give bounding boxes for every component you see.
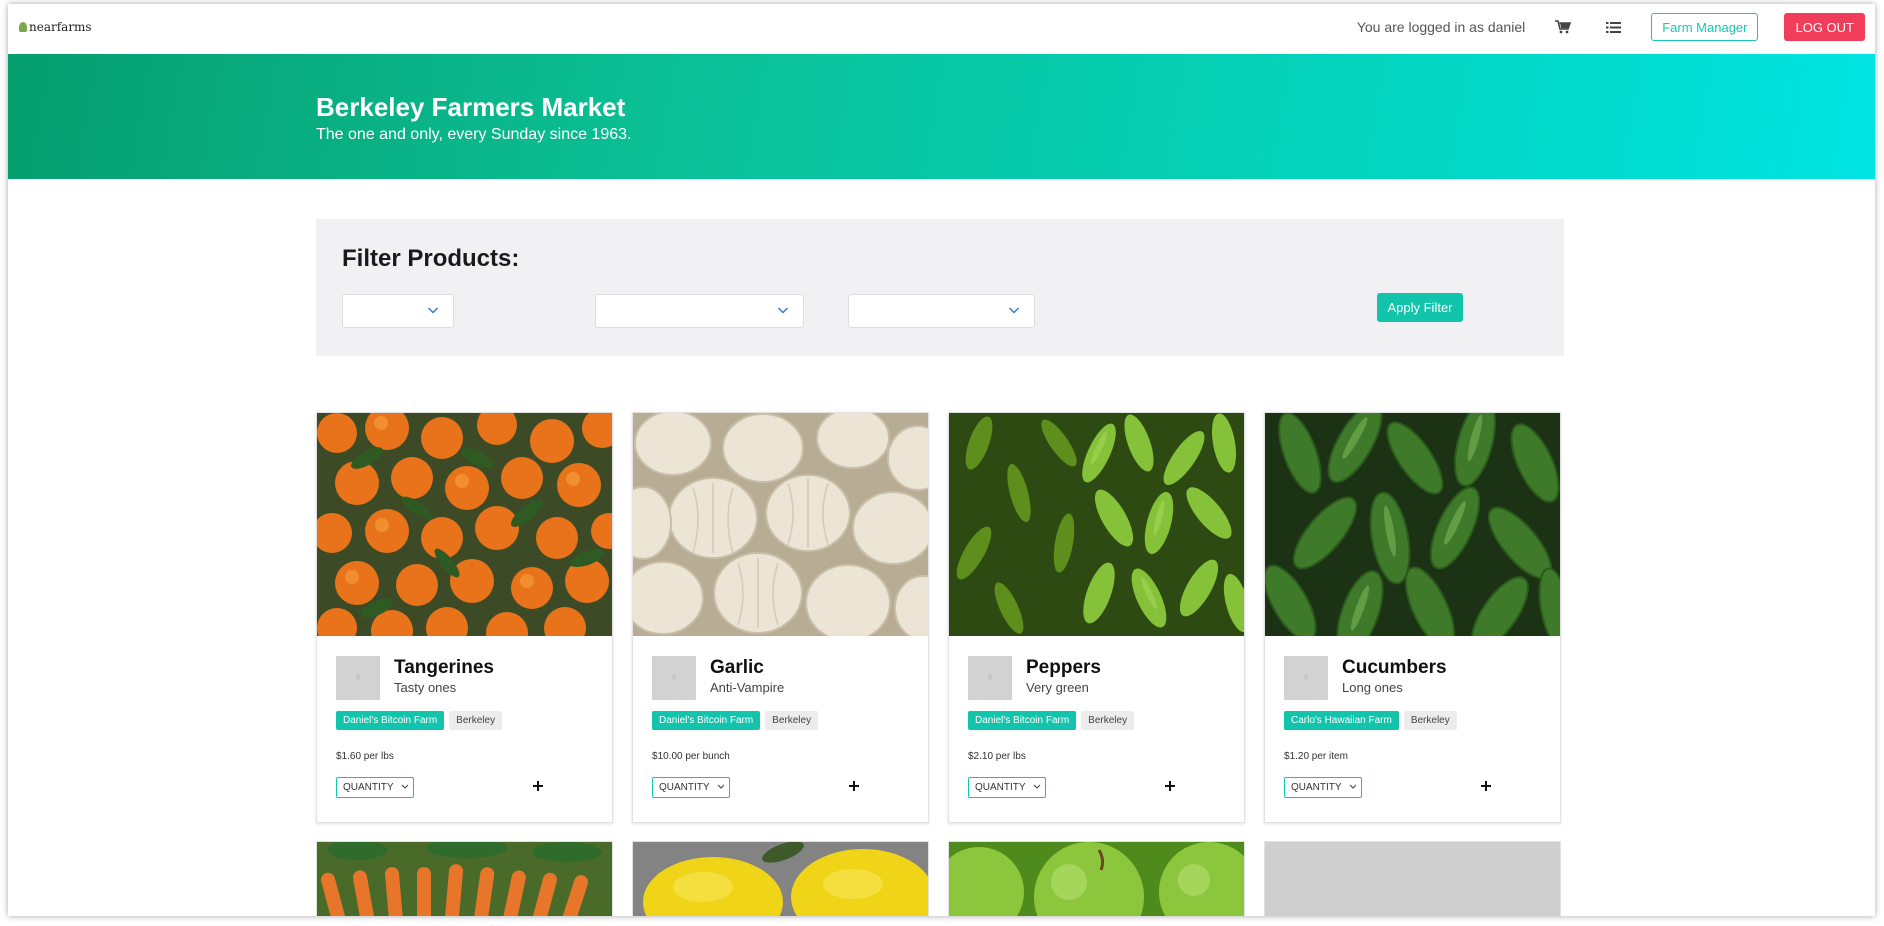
product-card[interactable]: ▒ Peppers Very green Daniel's Bitcoin Fa… (948, 412, 1245, 823)
filter-select-3[interactable] (848, 294, 1035, 328)
chevron-down-icon (1349, 782, 1357, 793)
location-tag[interactable]: Berkeley (765, 711, 819, 730)
product-card[interactable]: ▒ Garlic Anti-Vampire Daniel's Bitcoin F… (632, 412, 929, 823)
product-card-apples[interactable] (948, 841, 1245, 916)
quantity-select[interactable]: QUANTITY (336, 777, 414, 798)
filter-title: Filter Products: (342, 245, 520, 272)
hero-banner: Berkeley Farmers Market The one and only… (8, 54, 1875, 179)
product-description: Very green (1026, 680, 1089, 695)
farm-manager-button[interactable]: Farm Manager (1651, 13, 1759, 41)
location-tag[interactable]: Berkeley (1081, 711, 1135, 730)
cucumbers-image (1265, 413, 1560, 636)
product-description: Long ones (1342, 680, 1403, 695)
filter-select-2[interactable] (595, 294, 804, 328)
apply-filter-button[interactable]: Apply Filter (1377, 293, 1463, 322)
market-title: Berkeley Farmers Market (316, 92, 626, 122)
logout-button[interactable]: LOG OUT (1784, 13, 1865, 41)
quantity-select[interactable]: QUANTITY (968, 777, 1046, 798)
product-card-carrots[interactable] (316, 841, 613, 916)
quantity-label: QUANTITY (659, 782, 710, 793)
carrots-image (317, 842, 612, 916)
chevron-down-icon (401, 782, 409, 793)
lemons-image (633, 842, 928, 916)
location-tag[interactable]: Berkeley (1403, 711, 1457, 730)
location-tag[interactable]: Berkeley (449, 711, 503, 730)
chevron-down-icon (777, 303, 789, 321)
quantity-label: QUANTITY (975, 782, 1026, 793)
logo-leaf-icon (19, 22, 27, 32)
product-card-placeholder[interactable] (1264, 841, 1561, 916)
chevron-down-icon (1033, 782, 1041, 793)
garlic-image (633, 413, 928, 636)
chevron-down-icon (717, 782, 725, 793)
product-price: $1.20 per item (1284, 751, 1348, 762)
chevron-down-icon (1008, 303, 1020, 321)
product-name: Tangerines (394, 657, 494, 678)
chevron-down-icon (427, 303, 439, 321)
quantity-label: QUANTITY (343, 782, 394, 793)
add-to-cart-icon[interactable] (846, 778, 862, 794)
product-price: $1.60 per lbs (336, 751, 394, 762)
product-card-lemons[interactable] (632, 841, 929, 916)
logo-text: nearfarms (29, 20, 92, 34)
cart-icon[interactable] (1551, 15, 1575, 39)
login-status: You are logged in as daniel (1356, 19, 1526, 35)
farm-tag[interactable]: Daniel's Bitcoin Farm (336, 711, 445, 730)
quantity-label: QUANTITY (1291, 782, 1342, 793)
product-price: $10.00 per bunch (652, 751, 730, 762)
list-icon[interactable] (1601, 15, 1625, 39)
product-name: Garlic (710, 657, 764, 678)
product-card[interactable]: ▒ Cucumbers Long ones Carlo's Hawaiian F… (1264, 412, 1561, 823)
farm-tag[interactable]: Daniel's Bitcoin Farm (652, 711, 761, 730)
product-description: Anti-Vampire (710, 680, 785, 695)
navbar-right: You are logged in as daniel Farm Manager… (1357, 8, 1875, 46)
farm-tag[interactable]: Daniel's Bitcoin Farm (968, 711, 1077, 730)
filter-panel: Filter Products: Apply Filter (316, 219, 1564, 356)
product-description: Tasty ones (394, 680, 457, 695)
filter-select-1[interactable] (342, 294, 454, 328)
product-tags: Daniel's Bitcoin Farm Berkeley (968, 711, 1135, 730)
product-name: Cucumbers (1342, 657, 1447, 678)
product-tags: Daniel's Bitcoin Farm Berkeley (336, 711, 503, 730)
product-price: $2.10 per lbs (968, 751, 1026, 762)
navbar: nearfarms You are logged in as daniel Fa… (8, 4, 1875, 54)
farm-thumbnail: ▒ (968, 656, 1012, 700)
farm-tag[interactable]: Carlo's Hawaiian Farm (1284, 711, 1399, 730)
quantity-select[interactable]: QUANTITY (652, 777, 730, 798)
product-name: Peppers (1026, 657, 1101, 678)
farm-thumbnail: ▒ (1284, 656, 1328, 700)
add-to-cart-icon[interactable] (530, 778, 546, 794)
add-to-cart-icon[interactable] (1162, 778, 1178, 794)
market-subtitle: The one and only, every Sunday since 196… (316, 126, 632, 143)
product-card[interactable]: ▒ Tangerines Tasty ones Daniel's Bitcoin… (316, 412, 613, 823)
quantity-select[interactable]: QUANTITY (1284, 777, 1362, 798)
tangerines-image (317, 413, 612, 636)
app-frame: nearfarms You are logged in as daniel Fa… (8, 4, 1875, 916)
product-tags: Daniel's Bitcoin Farm Berkeley (652, 711, 819, 730)
peppers-image (949, 413, 1244, 636)
product-tags: Carlo's Hawaiian Farm Berkeley (1284, 711, 1457, 730)
farm-thumbnail: ▒ (336, 656, 380, 700)
add-to-cart-icon[interactable] (1478, 778, 1494, 794)
logo[interactable]: nearfarms (19, 20, 92, 34)
farm-thumbnail: ▒ (652, 656, 696, 700)
apples-image (949, 842, 1244, 916)
